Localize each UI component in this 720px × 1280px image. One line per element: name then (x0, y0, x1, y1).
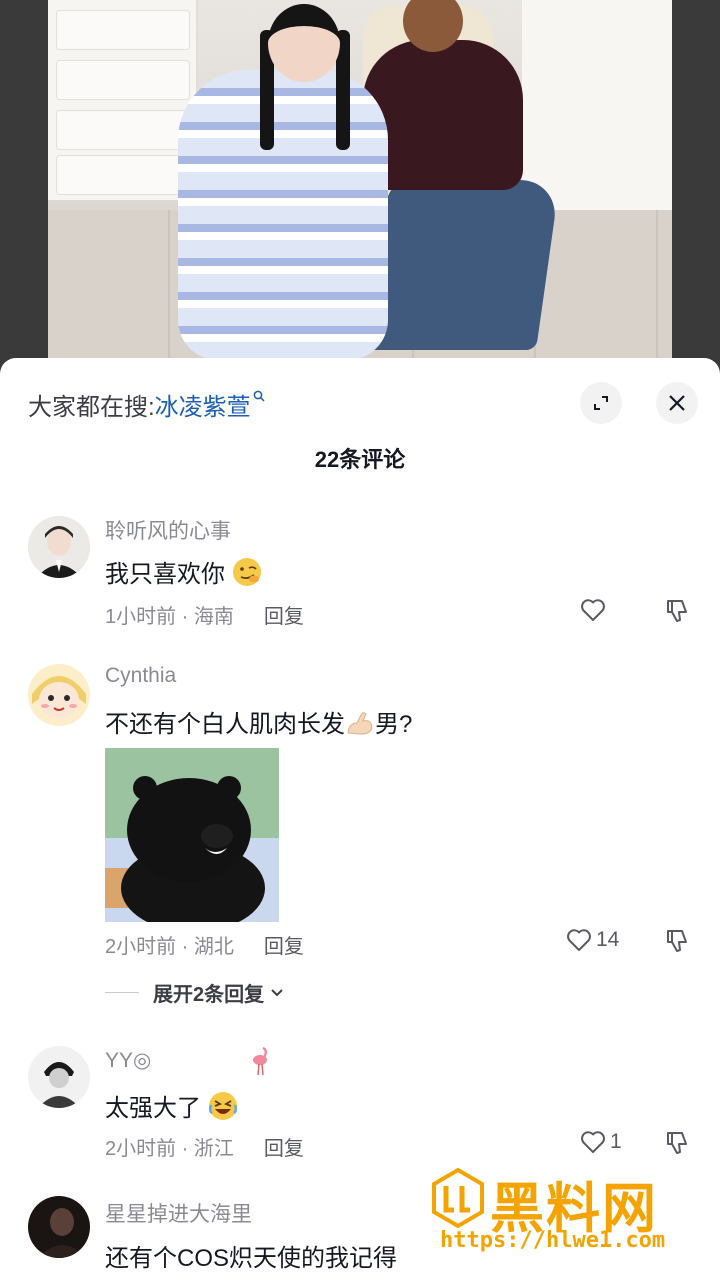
flexed-biceps-emoji-icon (345, 707, 375, 737)
close-icon (669, 395, 685, 411)
comment-text-body: 我只喜欢你 (105, 561, 225, 588)
comment-meta: 1小时前 · 海南 回复 (105, 600, 304, 629)
thumbs-down-icon (667, 600, 687, 622)
avatar[interactable] (28, 664, 90, 726)
expand-replies-button[interactable]: 展开2条回复 (105, 978, 286, 1007)
reply-button[interactable]: 回复 (264, 600, 304, 629)
trending-search-label: 大家都在搜: (28, 393, 155, 421)
like-button[interactable] (580, 598, 610, 622)
comment-meta: 2小时前 · 浙江 回复 (105, 1132, 304, 1161)
watermark-logo-icon (432, 1167, 484, 1229)
like-count: 14 (596, 928, 620, 951)
smirk-emoji-icon (232, 557, 262, 587)
close-button[interactable] (656, 382, 698, 424)
comment-username[interactable]: Cynthia (105, 664, 176, 688)
comment-text: 太强大了 (105, 1088, 238, 1123)
watermark: 黑料网 https://hlwe1.com (432, 1164, 694, 1260)
heart-icon (567, 929, 591, 951)
comment-count-title: 22条评论 (314, 447, 406, 472)
like-count: 1 (610, 1130, 622, 1153)
thumbs-down-icon (667, 1132, 687, 1154)
expand-replies-label: 展开2条回复 (153, 984, 265, 1006)
heart-icon (581, 1131, 605, 1153)
person-girl-dress (178, 70, 388, 360)
avatar[interactable] (28, 1046, 90, 1108)
reply-button[interactable]: 回复 (264, 930, 304, 959)
rolling-laughing-emoji-icon (208, 1091, 238, 1121)
chevron-down-icon (271, 988, 283, 996)
video-background (0, 0, 720, 380)
heart-icon (581, 599, 605, 621)
comment-text: 我只喜欢你 (105, 554, 262, 589)
comment-username[interactable]: 星星掉进大海里 (105, 1198, 252, 1228)
trending-search[interactable]: 大家都在搜: 冰凌紫萱 (28, 384, 265, 424)
comment-text: 还有个COS炽天使的我记得 (105, 1245, 398, 1272)
reply-button[interactable]: 回复 (264, 1132, 304, 1161)
person-man-legs (366, 180, 560, 350)
comment-text-before: 不还有个白人肌肉长发 (105, 711, 345, 738)
comment-username[interactable]: YY◎ (105, 1048, 151, 1073)
person-girl-head (268, 4, 340, 82)
dislike-button[interactable] (664, 1130, 690, 1161)
search-icon (253, 389, 265, 405)
expand-icon (594, 396, 608, 410)
comment-sticker-image[interactable] (105, 748, 279, 922)
expand-sheet-button[interactable] (580, 382, 622, 424)
avatar[interactable] (28, 516, 90, 578)
like-button[interactable]: 14 (566, 928, 619, 952)
comment-text-body: 太强大了 (105, 1095, 201, 1122)
thumbs-down-icon (667, 930, 687, 952)
comment-text: 不还有个白人肌肉长发 男? (105, 704, 412, 739)
avatar[interactable] (28, 1196, 90, 1258)
comment-time-location: 1小时前 · 海南 (105, 606, 234, 628)
expand-replies-divider (105, 992, 139, 993)
watermark-url: https://hlwe1.com (440, 1228, 666, 1253)
comment-time-location: 2小时前 · 浙江 (105, 1138, 234, 1160)
comment-time-location: 2小时前 · 湖北 (105, 936, 234, 958)
comment-meta: 2小时前 · 湖北 回复 (105, 930, 304, 959)
comment-text-after: 男? (375, 711, 413, 738)
comment-sheet: 大家都在搜: 冰凌紫萱 22条评论 聆听风的心事 我只喜欢你 1小时前 · 海南… (0, 358, 720, 1280)
video-frame-photo (48, 0, 672, 380)
like-button[interactable]: 1 (580, 1130, 622, 1154)
trending-search-term[interactable]: 冰凌紫萱 (155, 387, 251, 422)
flamingo-badge-icon (248, 1046, 272, 1081)
dislike-button[interactable] (664, 928, 690, 959)
drawer-cabinet-left (48, 0, 198, 200)
comment-username[interactable]: 聆听风的心事 (105, 515, 231, 545)
dislike-button[interactable] (664, 598, 690, 629)
